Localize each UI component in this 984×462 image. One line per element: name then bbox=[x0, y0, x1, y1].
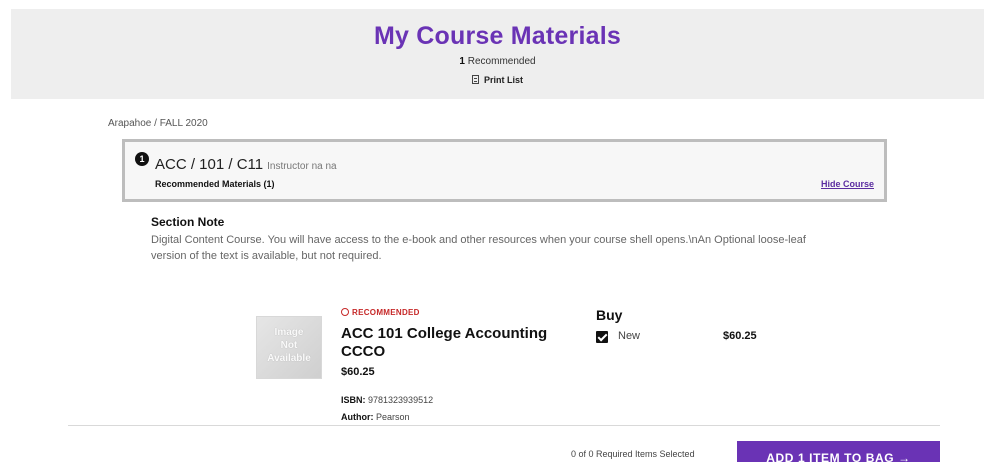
isbn-value: 9781323939512 bbox=[368, 395, 434, 405]
course-code: ACC / 101 / C11 Instructor na na bbox=[155, 156, 337, 173]
new-option-price: $60.25 bbox=[723, 330, 757, 342]
course-number-badge: 1 bbox=[135, 152, 149, 166]
product-author: Author: Pearson bbox=[341, 412, 410, 422]
product-image-placeholder: Image Not Available bbox=[256, 316, 322, 379]
new-option-checkbox[interactable] bbox=[596, 331, 608, 343]
author-value: Pearson bbox=[376, 412, 410, 422]
recommended-summary: 1 Recommended bbox=[11, 56, 984, 67]
product-price: $60.25 bbox=[341, 366, 375, 378]
new-option-label[interactable]: New bbox=[618, 330, 640, 342]
isbn-label: ISBN: bbox=[341, 395, 366, 405]
course-card: 1 ACC / 101 / C11 Instructor na na Recomm… bbox=[122, 139, 887, 202]
recommended-badge-label: RECOMMENDED bbox=[352, 308, 420, 317]
page-header: My Course Materials 1 Recommended Print … bbox=[11, 9, 984, 99]
recommended-label: Recommended bbox=[467, 56, 536, 67]
buy-heading: Buy bbox=[596, 307, 623, 323]
section-note-text: Digital Content Course. You will have ac… bbox=[151, 234, 806, 262]
product-title: ACC 101 College Accounting CCCO bbox=[341, 325, 548, 360]
hide-course-link[interactable]: Hide Course bbox=[821, 179, 874, 189]
print-list-link[interactable]: Print List bbox=[11, 75, 984, 85]
recommended-materials-label: Recommended Materials (1) bbox=[155, 179, 275, 189]
footer-divider bbox=[68, 425, 940, 426]
required-items-status: 0 of 0 Required Items Selected bbox=[571, 449, 695, 459]
product-isbn: ISBN: 9781323939512 bbox=[341, 395, 433, 405]
image-placeholder-text: Image Not Available bbox=[267, 327, 311, 364]
course-instructor: Instructor na na bbox=[267, 161, 337, 172]
author-label: Author: bbox=[341, 412, 374, 422]
add-to-bag-button[interactable]: ADD 1 ITEM TO BAG → bbox=[737, 441, 940, 462]
print-list-icon bbox=[471, 75, 479, 84]
breadcrumb: Arapahoe / FALL 2020 bbox=[108, 118, 208, 129]
recommended-icon bbox=[341, 308, 349, 316]
course-code-text: ACC / 101 / C11 bbox=[155, 156, 264, 173]
page-title: My Course Materials bbox=[374, 22, 621, 50]
print-list-label: Print List bbox=[483, 75, 523, 85]
recommended-badge: RECOMMENDED bbox=[341, 308, 420, 317]
recommended-count: 1 bbox=[459, 56, 465, 67]
section-note-title: Section Note bbox=[151, 215, 225, 229]
